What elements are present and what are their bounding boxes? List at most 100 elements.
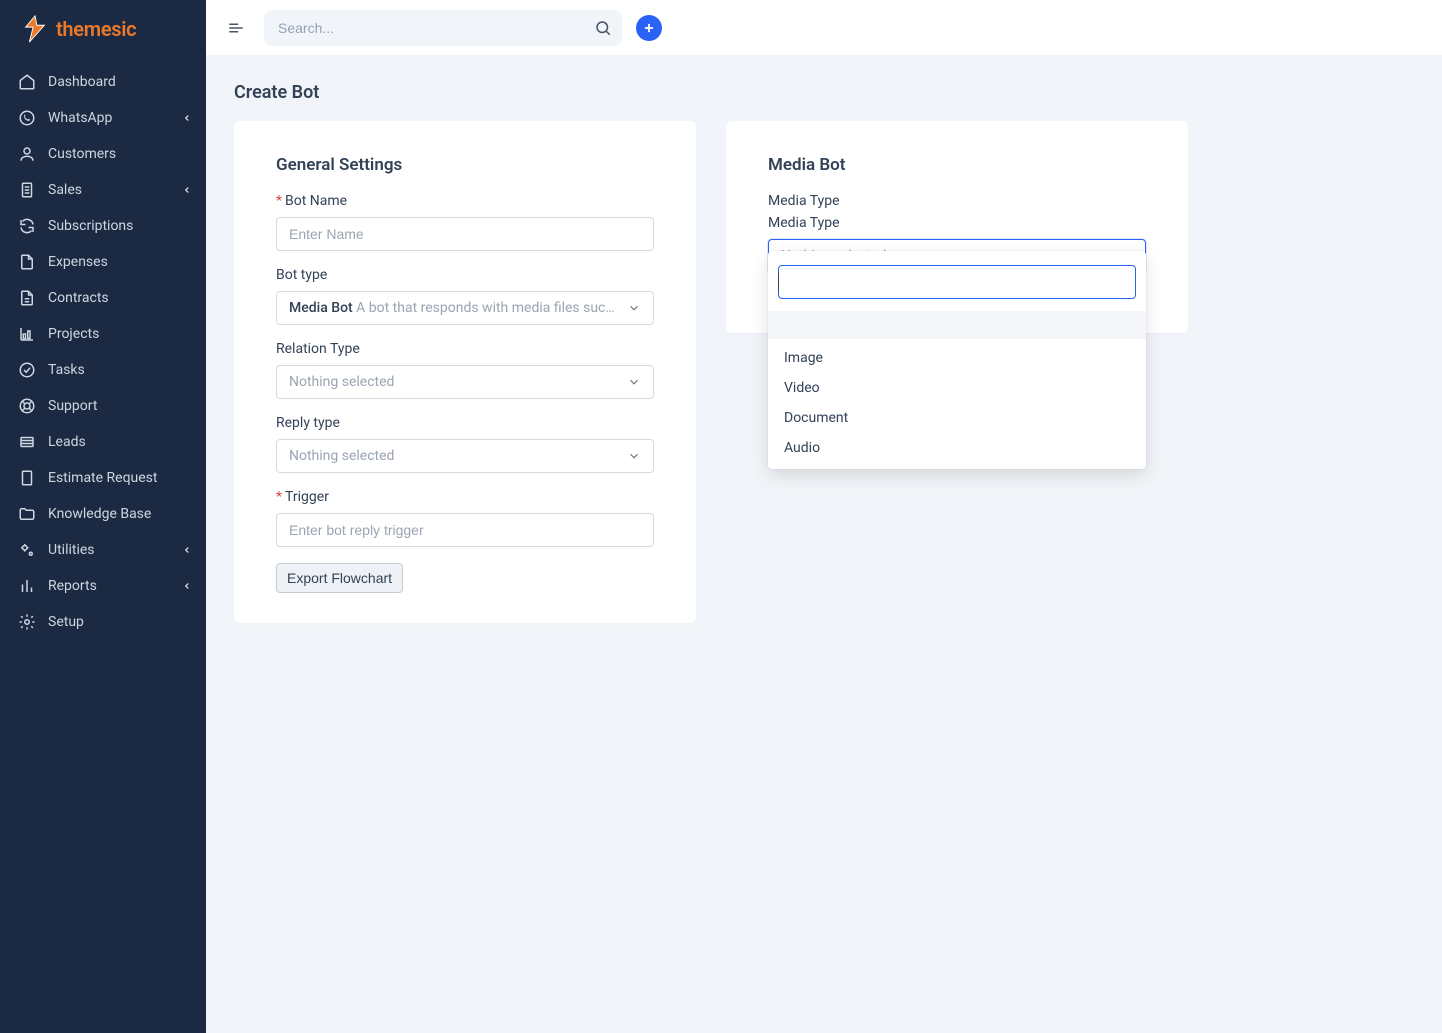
- field-relation-type: Relation Type Nothing selected: [276, 341, 654, 399]
- select-value-strong: Media Bot: [289, 300, 353, 316]
- search-input[interactable]: [264, 10, 622, 46]
- sidebar-item-subscriptions[interactable]: Subscriptions: [0, 208, 206, 244]
- sidebar-item-dashboard[interactable]: Dashboard: [0, 64, 206, 100]
- brand-logo[interactable]: themesic: [0, 0, 206, 60]
- dropdown-blank-option[interactable]: [768, 311, 1146, 339]
- chevron-down-icon: [627, 449, 641, 463]
- search-icon[interactable]: [594, 19, 612, 37]
- chevron-left-icon: [182, 545, 192, 555]
- dropdown-option-document[interactable]: Document: [768, 403, 1146, 433]
- dropdown-search-wrap: [768, 265, 1146, 311]
- sidebar-nav: Dashboard WhatsApp Customers Sales Subsc…: [0, 60, 206, 640]
- add-button[interactable]: [636, 15, 662, 41]
- file-icon: [18, 253, 36, 271]
- bar-chart-icon: [18, 577, 36, 595]
- sidebar-item-label: Reports: [48, 578, 97, 594]
- select-value: Nothing selected: [289, 374, 394, 390]
- sidebar-item-reports[interactable]: Reports: [0, 568, 206, 604]
- label-text: Bot Name: [285, 193, 347, 209]
- media-type-label: Media Type: [768, 193, 1146, 209]
- select-value-desc: A bot that responds with media files suc…: [356, 300, 619, 316]
- field-trigger: *Trigger: [276, 489, 654, 547]
- sidebar-item-label: Projects: [48, 326, 99, 342]
- refresh-icon: [18, 217, 36, 235]
- sidebar-item-leads[interactable]: Leads: [0, 424, 206, 460]
- main: Create Bot General Settings *Bot Name Bo…: [206, 0, 1442, 1033]
- chart-icon: [18, 325, 36, 343]
- sidebar-item-whatsapp[interactable]: WhatsApp: [0, 100, 206, 136]
- export-flowchart-button[interactable]: Export Flowchart: [276, 563, 403, 593]
- sidebar-item-label: Contracts: [48, 290, 109, 306]
- page-icon: [18, 469, 36, 487]
- sidebar-item-contracts[interactable]: Contracts: [0, 280, 206, 316]
- trigger-input[interactable]: [276, 513, 654, 547]
- chevron-left-icon: [182, 185, 192, 195]
- sidebar-item-support[interactable]: Support: [0, 388, 206, 424]
- brand-name: themesic: [56, 17, 136, 41]
- gear-icon: [18, 613, 36, 631]
- document-icon: [18, 289, 36, 307]
- user-icon: [18, 145, 36, 163]
- dropdown-option-video[interactable]: Video: [768, 373, 1146, 403]
- sidebar-item-label: Expenses: [48, 254, 108, 270]
- sidebar-item-tasks[interactable]: Tasks: [0, 352, 206, 388]
- sidebar-item-knowledge-base[interactable]: Knowledge Base: [0, 496, 206, 532]
- sidebar-item-expenses[interactable]: Expenses: [0, 244, 206, 280]
- label-text: Trigger: [285, 489, 329, 505]
- chevron-down-icon: [627, 301, 641, 315]
- field-bot-name: *Bot Name: [276, 193, 654, 251]
- field-label: *Trigger: [276, 489, 654, 505]
- relation-type-select[interactable]: Nothing selected: [276, 365, 654, 399]
- select-value: Media Bot A bot that responds with media…: [289, 300, 619, 316]
- dropdown-options: Image Video Document Audio: [768, 339, 1146, 469]
- sidebar-item-projects[interactable]: Projects: [0, 316, 206, 352]
- bot-name-input[interactable]: [276, 217, 654, 251]
- card-title: Media Bot: [768, 155, 1146, 175]
- select-value: Nothing selected: [289, 448, 394, 464]
- receipt-icon: [18, 181, 36, 199]
- required-mark: *: [276, 489, 282, 505]
- sidebar-item-label: Estimate Request: [48, 470, 158, 486]
- sidebar-item-label: Setup: [48, 614, 84, 630]
- sidebar-item-customers[interactable]: Customers: [0, 136, 206, 172]
- sidebar-item-setup[interactable]: Setup: [0, 604, 206, 640]
- sidebar-item-label: Tasks: [48, 362, 85, 378]
- sidebar-item-label: Support: [48, 398, 97, 414]
- sidebar-item-label: Utilities: [48, 542, 95, 558]
- inbox-icon: [18, 433, 36, 451]
- media-type-dropdown: Image Video Document Audio: [768, 251, 1146, 469]
- lifebuoy-icon: [18, 397, 36, 415]
- whatsapp-icon: [18, 109, 36, 127]
- page-title: Create Bot: [234, 82, 1414, 103]
- reply-type-select[interactable]: Nothing selected: [276, 439, 654, 473]
- menu-toggle-button[interactable]: [222, 14, 250, 42]
- sidebar-item-label: Dashboard: [48, 74, 116, 90]
- content: Create Bot General Settings *Bot Name Bo…: [206, 56, 1442, 649]
- sidebar-item-label: Customers: [48, 146, 116, 162]
- media-type-label-2: Media Type: [768, 215, 1146, 231]
- home-icon: [18, 73, 36, 91]
- sidebar-item-sales[interactable]: Sales: [0, 172, 206, 208]
- sidebar-item-label: WhatsApp: [48, 110, 112, 126]
- sidebar-item-utilities[interactable]: Utilities: [0, 532, 206, 568]
- required-mark: *: [276, 193, 282, 209]
- field-bot-type: Bot type Media Bot A bot that responds w…: [276, 267, 654, 325]
- sidebar-item-label: Sales: [48, 182, 82, 198]
- dropdown-option-audio[interactable]: Audio: [768, 433, 1146, 463]
- bot-type-select[interactable]: Media Bot A bot that responds with media…: [276, 291, 654, 325]
- dropdown-search-input[interactable]: [778, 265, 1136, 299]
- cogs-icon: [18, 541, 36, 559]
- card-title: General Settings: [276, 155, 654, 175]
- brand-mark-icon: [20, 14, 50, 44]
- sidebar-item-label: Subscriptions: [48, 218, 133, 234]
- search-wrap: [264, 10, 622, 46]
- field-label: Relation Type: [276, 341, 654, 357]
- check-circle-icon: [18, 361, 36, 379]
- dropdown-option-image[interactable]: Image: [768, 343, 1146, 373]
- media-bot-card: Media Bot Media Type Media Type Nothing …: [726, 121, 1188, 333]
- field-label: Bot type: [276, 267, 654, 283]
- sidebar-item-estimate-request[interactable]: Estimate Request: [0, 460, 206, 496]
- folder-icon: [18, 505, 36, 523]
- chevron-left-icon: [182, 581, 192, 591]
- topbar: [206, 0, 1442, 56]
